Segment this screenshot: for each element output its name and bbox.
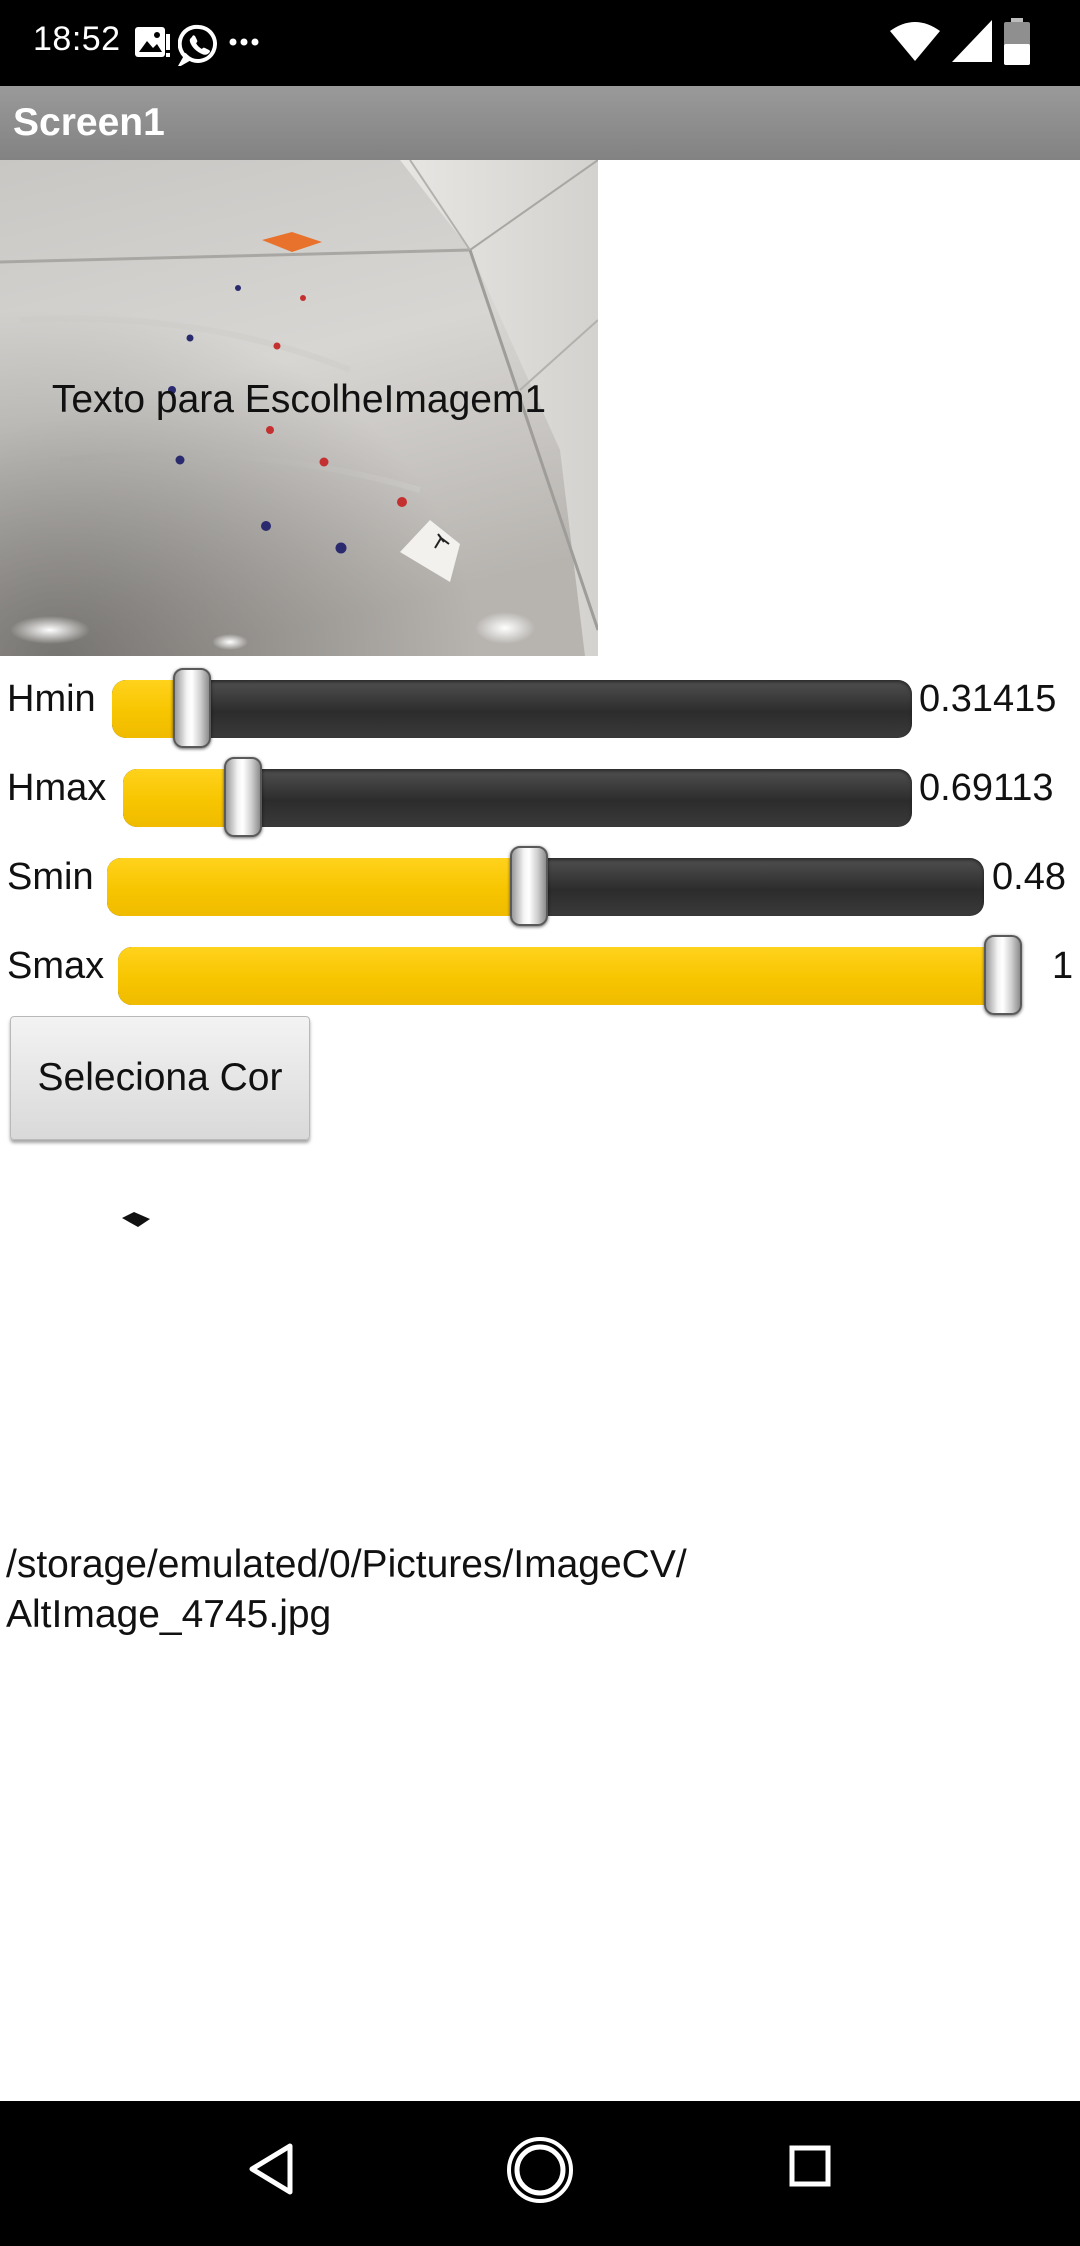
image-icon: [135, 27, 170, 57]
file-path-line1: /storage/emulated/0/Pictures/ImageCV/: [6, 1543, 687, 1586]
slider-row-hmax: Hmax 0.69113: [0, 757, 1080, 837]
select-color-button[interactable]: Seleciona Cor: [10, 1016, 310, 1140]
slider-thumb[interactable]: [224, 757, 263, 837]
image-picker-label: Texto para EscolheImagem1: [51, 378, 547, 421]
signal-icon: [952, 20, 992, 62]
smax-slider[interactable]: [118, 935, 1022, 1015]
slider-fill: [107, 858, 529, 916]
slider-value: 0.69113: [919, 767, 1054, 809]
file-path-text: /storage/emulated/0/Pictures/ImageCV/ Al…: [6, 1540, 1066, 1640]
slider-thumb[interactable]: [509, 846, 548, 926]
slider-label: Hmax: [7, 767, 107, 809]
smin-slider[interactable]: [107, 846, 984, 926]
slider-value: 0.31415: [919, 678, 1057, 720]
slider-row-smin: Smin 0.48: [0, 846, 1080, 926]
status-bar: 18:52: [0, 0, 1080, 86]
hmin-slider[interactable]: [112, 668, 912, 748]
slider-label: Smin: [7, 856, 94, 898]
screen-title: Screen1: [13, 101, 165, 144]
wifi-icon: [890, 22, 940, 61]
file-path-line2: AltImage_4745.jpg: [6, 1593, 332, 1636]
back-icon[interactable]: [246, 2141, 296, 2197]
slider-thumb[interactable]: [172, 668, 211, 748]
slider-row-hmin: Hmin 0.31415: [0, 668, 1080, 748]
image-picker[interactable]: Texto para EscolheImagem1: [0, 160, 598, 656]
title-bar: Screen1: [0, 86, 1080, 160]
slider-value: 0.48: [992, 856, 1066, 898]
slider-fill: [118, 947, 1003, 1005]
slider-label: Hmin: [7, 678, 96, 720]
hmax-slider[interactable]: [123, 757, 912, 837]
slider-value: 1: [1052, 945, 1074, 987]
status-time: 18:52: [33, 20, 121, 58]
battery-icon: [1004, 18, 1030, 65]
navigation-bar: [0, 2101, 1080, 2246]
home-icon[interactable]: [505, 2135, 575, 2205]
result-image: [122, 1212, 150, 1227]
more-icon: [229, 38, 259, 46]
recents-icon[interactable]: [789, 2145, 831, 2187]
slider-label: Smax: [7, 945, 105, 987]
slider-row-smax: Smax 1: [0, 935, 1080, 1015]
whatsapp-icon: [178, 24, 217, 66]
slider-thumb[interactable]: [984, 935, 1022, 1015]
